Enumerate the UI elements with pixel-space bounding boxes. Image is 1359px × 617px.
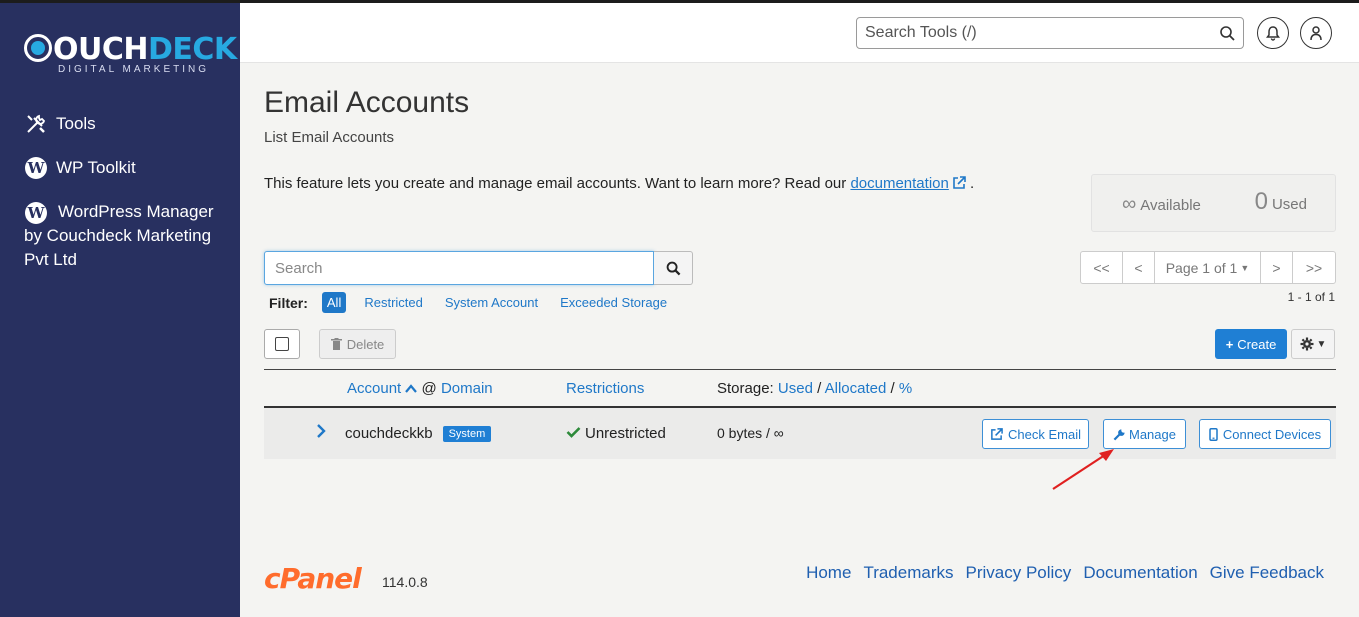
sort-used-link[interactable]: Used — [778, 380, 813, 397]
cpanel-version: 114.0.8 — [382, 574, 428, 590]
footer-link-give-feedback[interactable]: Give Feedback — [1210, 563, 1324, 583]
column-header-storage: Storage: Used / Allocated / % — [717, 380, 913, 397]
manage-button[interactable]: Manage — [1103, 419, 1186, 449]
account-name: couchdeckkb System — [345, 425, 492, 442]
feature-description: This feature lets you create and manage … — [264, 175, 975, 194]
next-page-button[interactable]: > — [1261, 252, 1293, 283]
user-icon — [1310, 26, 1322, 41]
last-page-button[interactable]: >> — [1293, 252, 1335, 283]
filter-bar: Filter: All Restricted System Account Ex… — [269, 292, 689, 313]
wordpress-icon: W — [25, 202, 47, 224]
expand-row-icon[interactable] — [316, 423, 326, 443]
used-stat: 0 Used — [1254, 188, 1307, 215]
footer-link-privacy-policy[interactable]: Privacy Policy — [966, 563, 1072, 583]
account-search-box — [264, 251, 654, 285]
external-link-icon — [991, 427, 1003, 440]
external-link-icon — [952, 176, 966, 194]
globe-icon — [24, 34, 52, 62]
footer-link-documentation[interactable]: Documentation — [1083, 563, 1197, 583]
create-button[interactable]: + Create — [1215, 329, 1287, 359]
caret-down-icon: ▼ — [1240, 262, 1250, 273]
user-menu-button[interactable] — [1300, 17, 1332, 49]
page-subtitle: List Email Accounts — [264, 129, 395, 146]
search-icon — [666, 261, 680, 275]
sidebar-item-tools[interactable]: Tools — [24, 112, 96, 136]
wordpress-icon: W — [25, 157, 47, 179]
sort-up-icon — [405, 384, 418, 393]
sort-domain-link[interactable]: Domain — [441, 380, 493, 397]
search-tools-input[interactable] — [857, 18, 1197, 48]
search-tools-box — [856, 17, 1244, 49]
page-select[interactable]: Page 1 of 1 ▼ — [1155, 252, 1261, 283]
filter-system-account[interactable]: System Account — [445, 295, 538, 310]
filter-exceeded-storage[interactable]: Exceeded Storage — [560, 295, 667, 310]
bell-icon — [1266, 26, 1280, 41]
top-header — [240, 3, 1359, 63]
sidebar-item-label: WordPress Manager by Couchdeck Marketing… — [24, 202, 214, 269]
sidebar-item-label: Tools — [56, 114, 96, 133]
storage-usage: 0 bytes / ∞ — [717, 425, 784, 441]
footer-links: Home Trademarks Privacy Policy Documenta… — [794, 563, 1324, 583]
system-badge: System — [442, 426, 492, 442]
restriction-status: Unrestricted — [566, 425, 666, 442]
available-stat: ∞ Available — [1122, 193, 1201, 215]
delete-button[interactable]: Delete — [319, 329, 396, 359]
sort-percent-link[interactable]: % — [899, 380, 912, 397]
caret-down-icon: ▼ — [1316, 338, 1327, 350]
filter-all[interactable]: All — [321, 292, 347, 313]
sidebar-item-wp-toolkit[interactable]: W WP Toolkit — [24, 156, 136, 180]
couchdeck-logo[interactable]: OUCHDECK DIGITAL MARKETING — [24, 33, 237, 78]
sort-account-link[interactable]: Account — [347, 380, 401, 397]
logo-tagline: DIGITAL MARKETING — [58, 64, 210, 75]
prev-page-button[interactable]: < — [1123, 252, 1155, 283]
column-header-restrictions: Restrictions — [566, 380, 644, 397]
mobile-icon — [1209, 427, 1218, 441]
plus-icon: + — [1225, 336, 1234, 352]
account-search-input[interactable] — [265, 252, 645, 284]
check-email-button[interactable]: Check Email — [982, 419, 1089, 449]
footer-link-trademarks[interactable]: Trademarks — [863, 563, 953, 583]
result-count: 1 - 1 of 1 — [1287, 290, 1335, 304]
wrench-icon — [1113, 428, 1125, 440]
account-search-button[interactable] — [654, 251, 693, 285]
search-icon[interactable] — [1219, 25, 1235, 46]
sidebar-item-wordpress-manager[interactable]: WordPress Manager by Couchdeck Marketing… — [24, 200, 224, 272]
footer-link-home[interactable]: Home — [806, 563, 851, 583]
cpanel-logo[interactable]: cPanel — [264, 562, 362, 595]
sort-allocated-link[interactable]: Allocated — [825, 380, 887, 397]
email-stats-panel: ∞ Available 0 Used — [1091, 174, 1336, 232]
gear-icon — [1300, 337, 1314, 351]
select-all-checkbox[interactable] — [264, 329, 300, 359]
filter-restricted[interactable]: Restricted — [364, 295, 423, 310]
table-top-border — [264, 369, 1336, 370]
pagination: << < Page 1 of 1 ▼ > >> — [1080, 251, 1336, 284]
first-page-button[interactable]: << — [1081, 252, 1123, 283]
table-row: couchdeckkb System Unrestricted 0 bytes /… — [264, 408, 1336, 459]
column-header-account: Account @ Domain — [347, 380, 493, 397]
filter-label: Filter: — [269, 294, 308, 311]
documentation-link[interactable]: documentation — [850, 175, 948, 192]
sidebar: OUCHDECK DIGITAL MARKETING Tools W WP To… — [0, 3, 240, 617]
connect-devices-button[interactable]: Connect Devices — [1199, 419, 1331, 449]
trash-icon — [330, 338, 342, 350]
tools-icon — [24, 112, 48, 136]
settings-dropdown-button[interactable]: ▼ — [1291, 329, 1335, 359]
checkmark-icon — [566, 427, 581, 438]
page-title: Email Accounts — [264, 86, 470, 119]
sidebar-item-label: WP Toolkit — [56, 158, 136, 177]
sort-restrictions-link[interactable]: Restrictions — [566, 380, 644, 397]
annotation-arrow-icon — [1052, 449, 1114, 490]
notifications-button[interactable] — [1257, 17, 1289, 49]
